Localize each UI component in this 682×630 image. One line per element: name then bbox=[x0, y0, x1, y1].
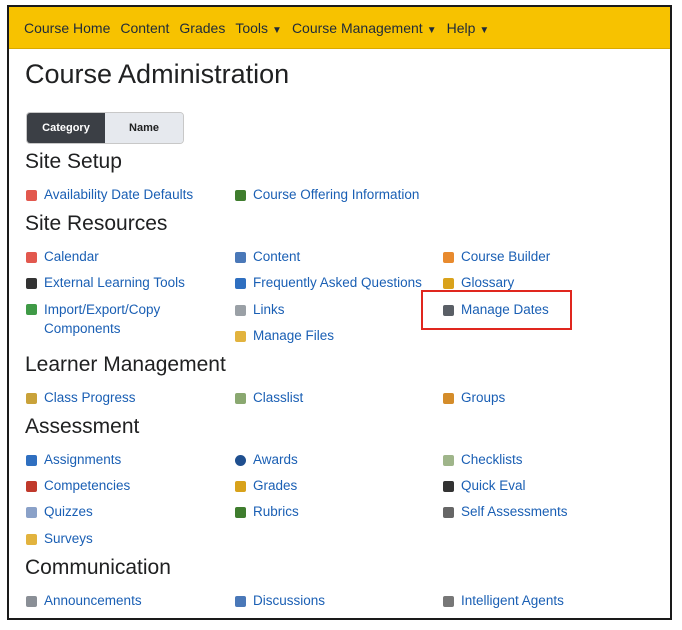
link-surveys[interactable]: Surveys bbox=[26, 531, 93, 546]
link-announcements[interactable]: Announcements bbox=[26, 593, 142, 608]
award-icon bbox=[235, 455, 246, 466]
link-awards[interactable]: Awards bbox=[235, 452, 298, 467]
link-chain-icon bbox=[235, 305, 246, 316]
calendar-icon bbox=[26, 190, 37, 201]
link-calendar[interactable]: Calendar bbox=[26, 249, 99, 264]
link-self-assessments[interactable]: Self Assessments bbox=[443, 504, 568, 519]
link-intelligent-agents[interactable]: Intelligent Agents bbox=[443, 593, 564, 608]
link-discussions[interactable]: Discussions bbox=[235, 593, 325, 608]
chevron-down-icon: ▼ bbox=[426, 24, 437, 36]
link-competencies[interactable]: Competencies bbox=[26, 478, 130, 493]
classlist-icon bbox=[235, 393, 246, 404]
link-external-learning-tools[interactable]: External Learning Tools bbox=[26, 275, 185, 290]
nav-tools[interactable]: Tools ▼ bbox=[235, 20, 282, 36]
rubrics-icon bbox=[235, 507, 246, 518]
link-rubrics[interactable]: Rubrics bbox=[235, 504, 299, 519]
link-manage-files[interactable]: Manage Files bbox=[235, 328, 334, 343]
grades-icon bbox=[235, 481, 246, 492]
announcement-icon bbox=[26, 596, 37, 607]
book-icon bbox=[235, 190, 246, 201]
view-toggle: Category Name bbox=[26, 112, 184, 144]
quiz-icon bbox=[26, 507, 37, 518]
nav-help[interactable]: Help ▼ bbox=[447, 20, 490, 36]
open-book-icon bbox=[235, 252, 246, 263]
section-title-communication: Communication bbox=[25, 556, 171, 579]
chevron-down-icon: ▼ bbox=[272, 24, 282, 36]
manage-dates-highlight-box bbox=[421, 290, 572, 330]
folder-icon bbox=[235, 331, 246, 342]
builder-icon bbox=[443, 252, 454, 263]
section-title-assessment: Assessment bbox=[25, 415, 140, 438]
nav-course-management[interactable]: Course Management ▼ bbox=[292, 20, 437, 36]
chevron-down-icon: ▼ bbox=[479, 24, 490, 36]
section-title-site-resources: Site Resources bbox=[25, 212, 168, 235]
link-links[interactable]: Links bbox=[235, 302, 285, 317]
nav-content[interactable]: Content bbox=[120, 20, 169, 36]
survey-icon bbox=[26, 534, 37, 545]
faq-icon bbox=[235, 278, 246, 289]
link-content[interactable]: Content bbox=[235, 249, 300, 264]
self-assessment-icon bbox=[443, 507, 454, 518]
glossary-icon bbox=[443, 278, 454, 289]
quick-eval-icon bbox=[443, 481, 454, 492]
link-class-progress[interactable]: Class Progress bbox=[26, 390, 136, 405]
link-course-offering-information[interactable]: Course Offering Information bbox=[235, 187, 419, 202]
progress-icon bbox=[26, 393, 37, 404]
link-groups[interactable]: Groups bbox=[443, 390, 505, 405]
link-grades[interactable]: Grades bbox=[235, 478, 297, 493]
section-title-learner-management: Learner Management bbox=[25, 353, 226, 376]
toggle-category-button[interactable]: Category bbox=[27, 113, 105, 143]
link-quick-eval[interactable]: Quick Eval bbox=[443, 478, 526, 493]
nav-course-home[interactable]: Course Home bbox=[24, 20, 110, 36]
groups-icon bbox=[443, 393, 454, 404]
toggle-name-button[interactable]: Name bbox=[105, 113, 183, 143]
link-availability-date-defaults[interactable]: Availability Date Defaults bbox=[26, 187, 193, 202]
course-admin-page: Course Home Content Grades Tools ▼ Course… bbox=[7, 5, 672, 620]
nav-grades[interactable]: Grades bbox=[179, 20, 225, 36]
intelligent-agent-icon bbox=[443, 596, 454, 607]
tools-icon bbox=[26, 278, 37, 289]
link-assignments[interactable]: Assignments bbox=[26, 452, 121, 467]
link-import-export-copy[interactable]: Import/Export/Copy Components bbox=[26, 300, 216, 338]
calendar-icon bbox=[26, 252, 37, 263]
link-classlist[interactable]: Classlist bbox=[235, 390, 303, 405]
assignments-icon bbox=[26, 455, 37, 466]
link-quizzes[interactable]: Quizzes bbox=[26, 504, 93, 519]
section-title-site-setup: Site Setup bbox=[25, 150, 122, 173]
link-checklists[interactable]: Checklists bbox=[443, 452, 523, 467]
link-faq[interactable]: Frequently Asked Questions bbox=[235, 275, 422, 290]
link-glossary[interactable]: Glossary bbox=[443, 275, 514, 290]
checklist-icon bbox=[443, 455, 454, 466]
course-navbar: Course Home Content Grades Tools ▼ Course… bbox=[9, 7, 670, 49]
import-export-icon bbox=[26, 304, 37, 315]
page-title: Course Administration bbox=[25, 59, 290, 89]
competencies-icon bbox=[26, 481, 37, 492]
link-course-builder[interactable]: Course Builder bbox=[443, 249, 550, 264]
discussion-icon bbox=[235, 596, 246, 607]
